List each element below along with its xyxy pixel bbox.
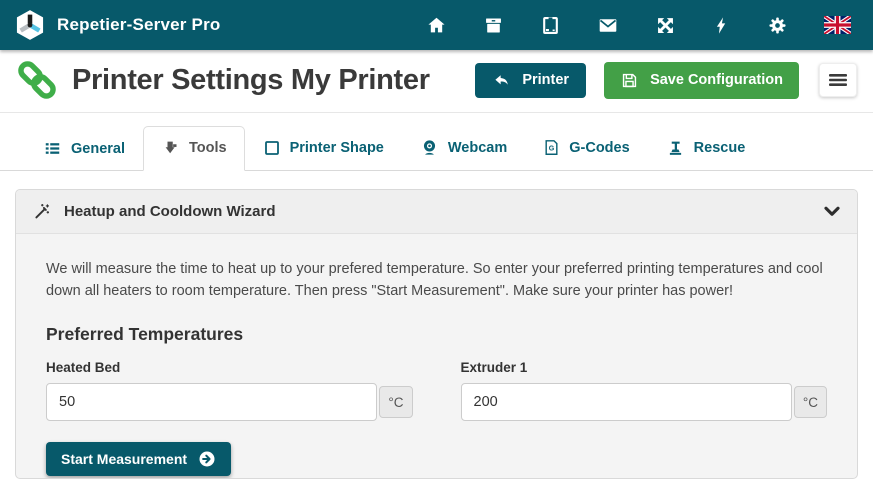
temperature-form-row: Heated Bed °C Extruder 1 °C [46, 360, 827, 421]
arrow-circle-right-icon [198, 450, 216, 468]
gcode-letter: G [549, 145, 555, 153]
heatup-wizard-panel: Heatup and Cooldown Wizard We will measu… [15, 189, 858, 479]
reply-arrow-icon [492, 72, 511, 89]
tab-tools[interactable]: Tools [143, 126, 245, 171]
tab-general-label: General [71, 141, 125, 157]
extruder1-field-group: Extruder 1 °C [461, 360, 828, 421]
heated-bed-field-group: Heated Bed °C [46, 360, 413, 421]
back-to-printer-button[interactable]: Printer [475, 63, 586, 98]
page-header: Printer Settings My Printer Printer Save… [0, 50, 873, 113]
start-measurement-button[interactable]: Start Measurement [46, 442, 231, 476]
brand-title: Repetier-Server Pro [57, 15, 220, 35]
extruder1-unit: °C [794, 386, 827, 418]
wizard-description: We will measure the time to heat up to y… [46, 258, 827, 302]
navbar-icon-group [426, 15, 859, 36]
panel-header[interactable]: Heatup and Cooldown Wizard [16, 190, 857, 234]
heated-bed-label: Heated Bed [46, 360, 413, 375]
repetier-logo-icon [14, 9, 46, 41]
start-measurement-label: Start Measurement [61, 451, 187, 467]
save-button-label: Save Configuration [650, 72, 783, 88]
language-flag-icon[interactable] [824, 16, 851, 34]
magic-wand-icon [32, 202, 51, 221]
extruder1-input[interactable] [461, 383, 792, 421]
print-queue-icon[interactable] [540, 15, 561, 36]
extruder1-label: Extruder 1 [461, 360, 828, 375]
settings-gear-icon[interactable] [767, 15, 788, 36]
save-floppy-icon [620, 71, 639, 90]
page-title: Printer Settings My Printer [72, 64, 430, 97]
tab-tools-label: Tools [189, 140, 227, 156]
tab-gcodes[interactable]: G G-Codes [525, 125, 647, 171]
home-icon[interactable] [426, 15, 447, 36]
heated-bed-unit: °C [379, 386, 412, 418]
gcode-file-icon: G [543, 138, 560, 157]
save-configuration-button[interactable]: Save Configuration [604, 62, 799, 99]
link-chain-icon [16, 59, 58, 101]
fullscreen-arrows-icon[interactable] [655, 15, 676, 36]
printer-button-label: Printer [522, 72, 569, 88]
messages-icon[interactable] [597, 15, 619, 36]
panel-title: Heatup and Cooldown Wizard [64, 203, 276, 220]
menu-burger-button[interactable] [819, 63, 857, 97]
webcam-icon [420, 138, 439, 157]
header-actions: Printer Save Configuration [475, 62, 857, 99]
preferred-temperatures-heading: Preferred Temperatures [46, 324, 827, 345]
heated-bed-input[interactable] [46, 383, 377, 421]
power-bolt-icon[interactable] [712, 15, 731, 36]
settings-tabbar: General Tools Printer Shape Webcam G [0, 113, 873, 171]
tab-webcam-label: Webcam [448, 140, 507, 156]
tab-printer-shape[interactable]: Printer Shape [245, 126, 402, 171]
tab-rescue-label: Rescue [694, 140, 746, 156]
tab-printer-shape-label: Printer Shape [290, 140, 384, 156]
tab-rescue[interactable]: Rescue [648, 126, 764, 171]
panel-body: We will measure the time to heat up to y… [16, 258, 857, 479]
list-icon [43, 140, 62, 157]
chevron-down-icon[interactable] [823, 205, 841, 219]
tab-general[interactable]: General [25, 127, 143, 171]
tab-gcodes-label: G-Codes [569, 140, 629, 156]
square-shape-icon [263, 139, 281, 157]
extruder-tool-icon [161, 139, 180, 157]
hamburger-icon [829, 72, 847, 88]
tab-webcam[interactable]: Webcam [402, 125, 525, 171]
rescue-icon [666, 139, 685, 157]
storage-box-icon[interactable] [483, 15, 504, 36]
top-navbar: Repetier-Server Pro [0, 0, 873, 50]
